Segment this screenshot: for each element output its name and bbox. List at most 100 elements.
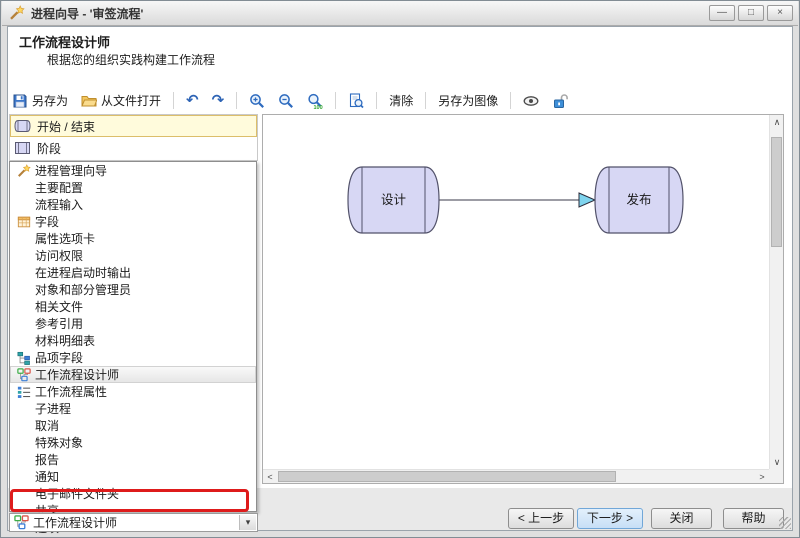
toolbar: 另存为 从文件打开 ↶ ↷ 清除 另存为图像	[9, 87, 791, 114]
nav-item-label: 进程管理向导	[35, 162, 107, 179]
nav-item-workflow-properties[interactable]: 工作流程属性	[10, 383, 256, 400]
next-button[interactable]: 下一步 >	[577, 508, 643, 529]
icon-spacer	[15, 299, 32, 314]
title-bar[interactable]: 进程向导 - '审签流程' — □ ×	[2, 1, 798, 26]
icon-spacer	[15, 180, 32, 195]
nav-item-label: 特殊对象	[35, 434, 83, 451]
horizontal-scroll-thumb[interactable]	[278, 471, 616, 482]
window-title: 进程向导 - '审签流程'	[31, 5, 709, 22]
nav-item-label: 取消	[35, 417, 59, 434]
nav-item-label: 报告	[35, 451, 59, 468]
icon-spacer	[15, 333, 32, 348]
icon-spacer	[15, 248, 32, 263]
close-dialog-button[interactable]: 关闭	[651, 508, 712, 529]
palette-item-label: 阶段	[37, 140, 61, 157]
palette-item-stage[interactable]: 阶段	[10, 137, 257, 159]
unlock-button[interactable]	[549, 91, 571, 111]
scroll-right-arrow[interactable]: >	[755, 470, 769, 484]
workflow-canvas[interactable]: 设计 发布 ∧ ∨ < >	[262, 114, 784, 484]
item-fields-icon	[15, 350, 32, 365]
nav-item-item-fields[interactable]: 品项字段	[10, 349, 256, 366]
nav-item-label: 参考引用	[35, 315, 83, 332]
chevron-down-icon[interactable]: ▾	[239, 515, 256, 530]
zoom-out-icon	[278, 93, 294, 109]
zoom-100-button[interactable]	[304, 91, 326, 111]
nav-combobox-value: 工作流程设计师	[33, 514, 117, 531]
icon-spacer	[15, 197, 32, 212]
workflow-node-publish[interactable]: 发布	[595, 167, 683, 233]
nav-item-output-on-start[interactable]: 在进程启动时输出	[10, 264, 256, 281]
nav-item-label: 品项字段	[35, 349, 83, 366]
nav-item-label: 对象和部分管理员	[35, 281, 131, 298]
maximize-button[interactable]: □	[738, 5, 764, 21]
nav-item-label: 在进程启动时输出	[35, 264, 131, 281]
nav-item-notifications[interactable]: 通知	[10, 468, 256, 485]
resize-grip[interactable]	[779, 517, 791, 529]
nav-item-email-folders[interactable]: 电子邮件文件夹	[10, 485, 256, 502]
page-title: 工作流程设计师	[19, 32, 110, 51]
nav-dropdown-list: 进程管理向导 主要配置 流程输入 字段 属性选项卡 访问权限 在进程启动时输出 …	[9, 161, 257, 512]
toolbar-separator	[510, 92, 511, 109]
scroll-down-arrow[interactable]: ∨	[770, 455, 784, 469]
nav-item-access-rights[interactable]: 访问权限	[10, 247, 256, 264]
save-icon	[12, 93, 28, 109]
icon-spacer	[15, 418, 32, 433]
close-button[interactable]: ×	[767, 5, 793, 21]
nav-item-label: 主要配置	[35, 179, 83, 196]
open-from-file-label: 从文件打开	[101, 92, 161, 109]
zoom-in-button[interactable]	[246, 91, 268, 111]
nav-item-label: 通知	[35, 468, 59, 485]
unlocked-padlock-icon	[552, 93, 568, 109]
nav-item-label: 流程输入	[35, 196, 83, 213]
back-button[interactable]: < 上一步	[508, 508, 574, 529]
nav-item-workflow-designer[interactable]: 工作流程设计师	[10, 366, 256, 383]
wand-icon	[9, 5, 25, 21]
icon-spacer	[15, 435, 32, 450]
nav-item-related-files[interactable]: 相关文件	[10, 298, 256, 315]
redo-button[interactable]: ↷	[209, 91, 228, 111]
nav-item-bom[interactable]: 材料明细表	[10, 332, 256, 349]
zoom-out-button[interactable]	[275, 91, 297, 111]
undo-button[interactable]: ↶	[183, 91, 202, 111]
vertical-scroll-thumb[interactable]	[771, 137, 782, 247]
nav-item-property-tabs[interactable]: 属性选项卡	[10, 230, 256, 247]
palette-item-start-end[interactable]: 开始 / 结束	[10, 115, 257, 137]
minimize-button[interactable]: —	[709, 5, 735, 21]
toolbar-separator	[236, 92, 237, 109]
nav-item-fields[interactable]: 字段	[10, 213, 256, 230]
zoom-100-icon	[307, 93, 323, 109]
open-from-file-button[interactable]: 从文件打开	[78, 90, 164, 111]
wand-icon	[15, 163, 32, 178]
nav-combobox[interactable]: 工作流程设计师 ▾	[9, 513, 258, 532]
preview-button[interactable]	[345, 91, 367, 111]
nav-item-cancel[interactable]: 取消	[10, 417, 256, 434]
nav-item-process-wizard[interactable]: 进程管理向导	[10, 162, 256, 179]
node-label: 发布	[626, 192, 651, 207]
scrollbar-corner	[769, 469, 783, 483]
node-label: 设计	[381, 192, 406, 207]
nav-item-special-objects[interactable]: 特殊对象	[10, 434, 256, 451]
nav-item-object-admins[interactable]: 对象和部分管理员	[10, 281, 256, 298]
workflow-designer-icon	[14, 515, 29, 530]
toolbar-separator	[173, 92, 174, 109]
visibility-button[interactable]	[520, 91, 542, 111]
nav-item-label: 电子邮件文件夹	[35, 485, 119, 502]
horizontal-scrollbar[interactable]: < >	[263, 469, 769, 483]
scroll-up-arrow[interactable]: ∧	[770, 115, 784, 129]
nav-item-reports[interactable]: 报告	[10, 451, 256, 468]
workflow-node-design[interactable]: 设计	[348, 167, 439, 233]
nav-item-main-config[interactable]: 主要配置	[10, 179, 256, 196]
nav-item-subprocess[interactable]: 子进程	[10, 400, 256, 417]
icon-spacer	[15, 265, 32, 280]
clear-button[interactable]: 清除	[386, 90, 416, 111]
nav-item-label: 属性选项卡	[35, 230, 95, 247]
nav-item-references[interactable]: 参考引用	[10, 315, 256, 332]
help-button[interactable]: 帮助	[723, 508, 784, 529]
scroll-left-arrow[interactable]: <	[263, 470, 277, 484]
save-as-button[interactable]: 另存为	[9, 90, 71, 111]
folder-icon	[81, 93, 97, 109]
save-as-label: 另存为	[32, 92, 68, 109]
nav-item-flow-input[interactable]: 流程输入	[10, 196, 256, 213]
save-as-image-button[interactable]: 另存为图像	[435, 90, 501, 111]
vertical-scrollbar[interactable]: ∧ ∨	[769, 115, 783, 469]
